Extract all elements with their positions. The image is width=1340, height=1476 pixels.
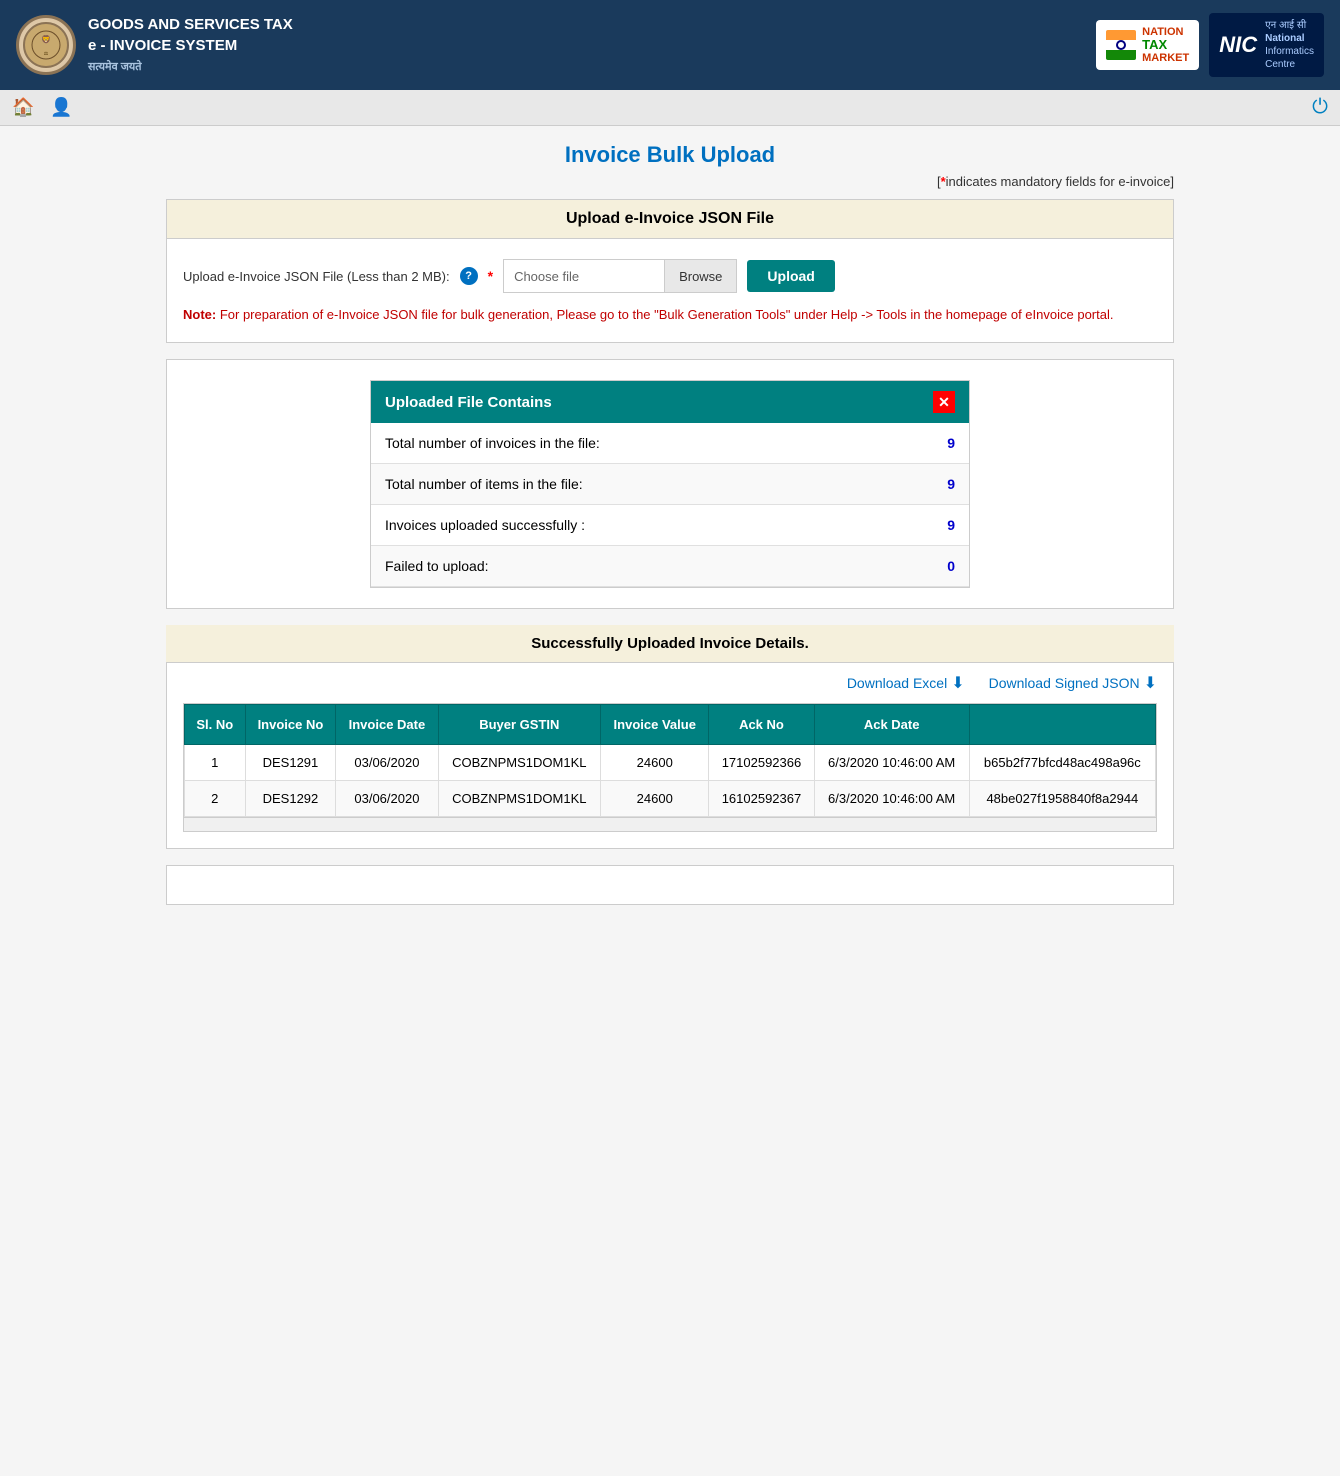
results-title: Uploaded File Contains	[385, 394, 552, 411]
table-cell: 24600	[601, 745, 709, 781]
table-header-cell: Invoice Value	[601, 705, 709, 745]
table-cell: 03/06/2020	[336, 781, 438, 817]
page-title: Invoice Bulk Upload	[166, 142, 1174, 168]
table-cell: DES1292	[245, 781, 336, 817]
results-row-value: 9	[909, 464, 969, 505]
svg-text:🦁: 🦁	[41, 34, 51, 44]
success-section-header: Successfully Uploaded Invoice Details.	[166, 625, 1174, 662]
table-cell: 24600	[601, 781, 709, 817]
results-row: Total number of invoices in the file: 9	[371, 423, 969, 464]
table-header-cell: Buyer GSTIN	[438, 705, 601, 745]
download-json-label: Download Signed JSON	[989, 675, 1140, 691]
results-row-label: Total number of invoices in the file:	[371, 423, 909, 464]
results-table: Total number of invoices in the file: 9 …	[371, 423, 969, 587]
table-header-cell: Ack Date	[814, 705, 969, 745]
download-excel-label: Download Excel	[847, 675, 947, 691]
table-header-cell: Invoice No	[245, 705, 336, 745]
note-row: Note: For preparation of e-Invoice JSON …	[183, 307, 1157, 322]
upload-label: Upload e-Invoice JSON File (Less than 2 …	[183, 269, 450, 284]
results-row-value: 0	[909, 546, 969, 587]
results-row-value: 9	[909, 505, 969, 546]
help-icon[interactable]: ?	[460, 267, 478, 285]
browse-button[interactable]: Browse	[664, 260, 736, 292]
table-cell: DES1291	[245, 745, 336, 781]
user-icon[interactable]: 👤	[50, 97, 72, 118]
table-cell: 6/3/2020 10:46:00 AM	[814, 781, 969, 817]
table-row: 2DES129203/06/2020COBZNPMS1DOM1KL2460016…	[185, 781, 1156, 817]
table-header-cell: Ack No	[709, 705, 814, 745]
home-icon[interactable]: 🏠	[12, 97, 34, 118]
navigation-bar: 🏠 👤 ⏻	[0, 90, 1340, 126]
table-cell: 16102592367	[709, 781, 814, 817]
government-emblem: 🦁 ⚖	[16, 15, 76, 75]
file-input-placeholder: Choose file	[504, 260, 664, 292]
close-button[interactable]: ✕	[933, 391, 955, 413]
table-cell: 03/06/2020	[336, 745, 438, 781]
table-cell: 48be027f1958840f8a2944	[969, 781, 1155, 817]
results-row-label: Total number of items in the file:	[371, 464, 909, 505]
table-row: 1DES129103/06/2020COBZNPMS1DOM1KL2460017…	[185, 745, 1156, 781]
table-cell: 6/3/2020 10:46:00 AM	[814, 745, 969, 781]
main-content: Invoice Bulk Upload [*indicates mandator…	[150, 126, 1190, 937]
table-wrapper: Sl. NoInvoice NoInvoice DateBuyer GSTINI…	[183, 703, 1157, 832]
table-cell: 17102592366	[709, 745, 814, 781]
note-label: Note:	[183, 307, 216, 322]
results-row-value: 9	[909, 423, 969, 464]
results-row: Invoices uploaded successfully : 9	[371, 505, 969, 546]
invoice-table-section: Download Excel ⬇ Download Signed JSON ⬇ …	[166, 662, 1174, 849]
upload-section-header: Upload e-Invoice JSON File	[167, 200, 1173, 239]
results-row: Failed to upload: 0	[371, 546, 969, 587]
upload-section: Upload e-Invoice JSON File Upload e-Invo…	[166, 199, 1174, 343]
download-excel-link[interactable]: Download Excel ⬇	[847, 673, 965, 693]
download-json-icon: ⬇	[1144, 673, 1157, 693]
download-row: Download Excel ⬇ Download Signed JSON ⬇	[167, 663, 1173, 703]
note-text: For preparation of e-Invoice JSON file f…	[220, 307, 1114, 322]
table-cell: b65b2f77bfcd48ac498a96c	[969, 745, 1155, 781]
file-input-wrapper: Choose file Browse	[503, 259, 737, 293]
results-header: Uploaded File Contains ✕	[371, 381, 969, 423]
site-title: GOODS AND SERVICES TAX e - INVOICE SYSTE…	[88, 14, 293, 75]
header-logos: NATION TAX MARKET NIC एन आई सी National …	[1096, 13, 1324, 77]
results-row-label: Invoices uploaded successfully :	[371, 505, 909, 546]
table-header-cell	[969, 705, 1155, 745]
table-cell: COBZNPMS1DOM1KL	[438, 745, 601, 781]
upload-button[interactable]: Upload	[747, 260, 834, 292]
results-row-label: Failed to upload:	[371, 546, 909, 587]
table-cell: COBZNPMS1DOM1KL	[438, 781, 601, 817]
table-cell: 1	[185, 745, 246, 781]
table-header-cell: Invoice Date	[336, 705, 438, 745]
table-cell: 2	[185, 781, 246, 817]
invoice-table: Sl. NoInvoice NoInvoice DateBuyer GSTINI…	[184, 704, 1156, 817]
header-left: 🦁 ⚖ GOODS AND SERVICES TAX e - INVOICE S…	[16, 14, 293, 75]
svg-text:⚖: ⚖	[44, 51, 49, 57]
download-json-link[interactable]: Download Signed JSON ⬇	[989, 673, 1157, 693]
results-row: Total number of items in the file: 9	[371, 464, 969, 505]
site-header: 🦁 ⚖ GOODS AND SERVICES TAX e - INVOICE S…	[0, 0, 1340, 90]
bottom-section	[166, 865, 1174, 905]
mandatory-note: [*indicates mandatory fields for e-invoi…	[166, 174, 1174, 189]
power-icon[interactable]: ⏻	[1312, 96, 1328, 118]
download-excel-icon: ⬇	[951, 673, 964, 693]
results-section: Uploaded File Contains ✕ Total number of…	[166, 359, 1174, 609]
table-header-cell: Sl. No	[185, 705, 246, 745]
table-scroll-hint[interactable]	[184, 817, 1156, 831]
required-star: *	[488, 268, 493, 284]
